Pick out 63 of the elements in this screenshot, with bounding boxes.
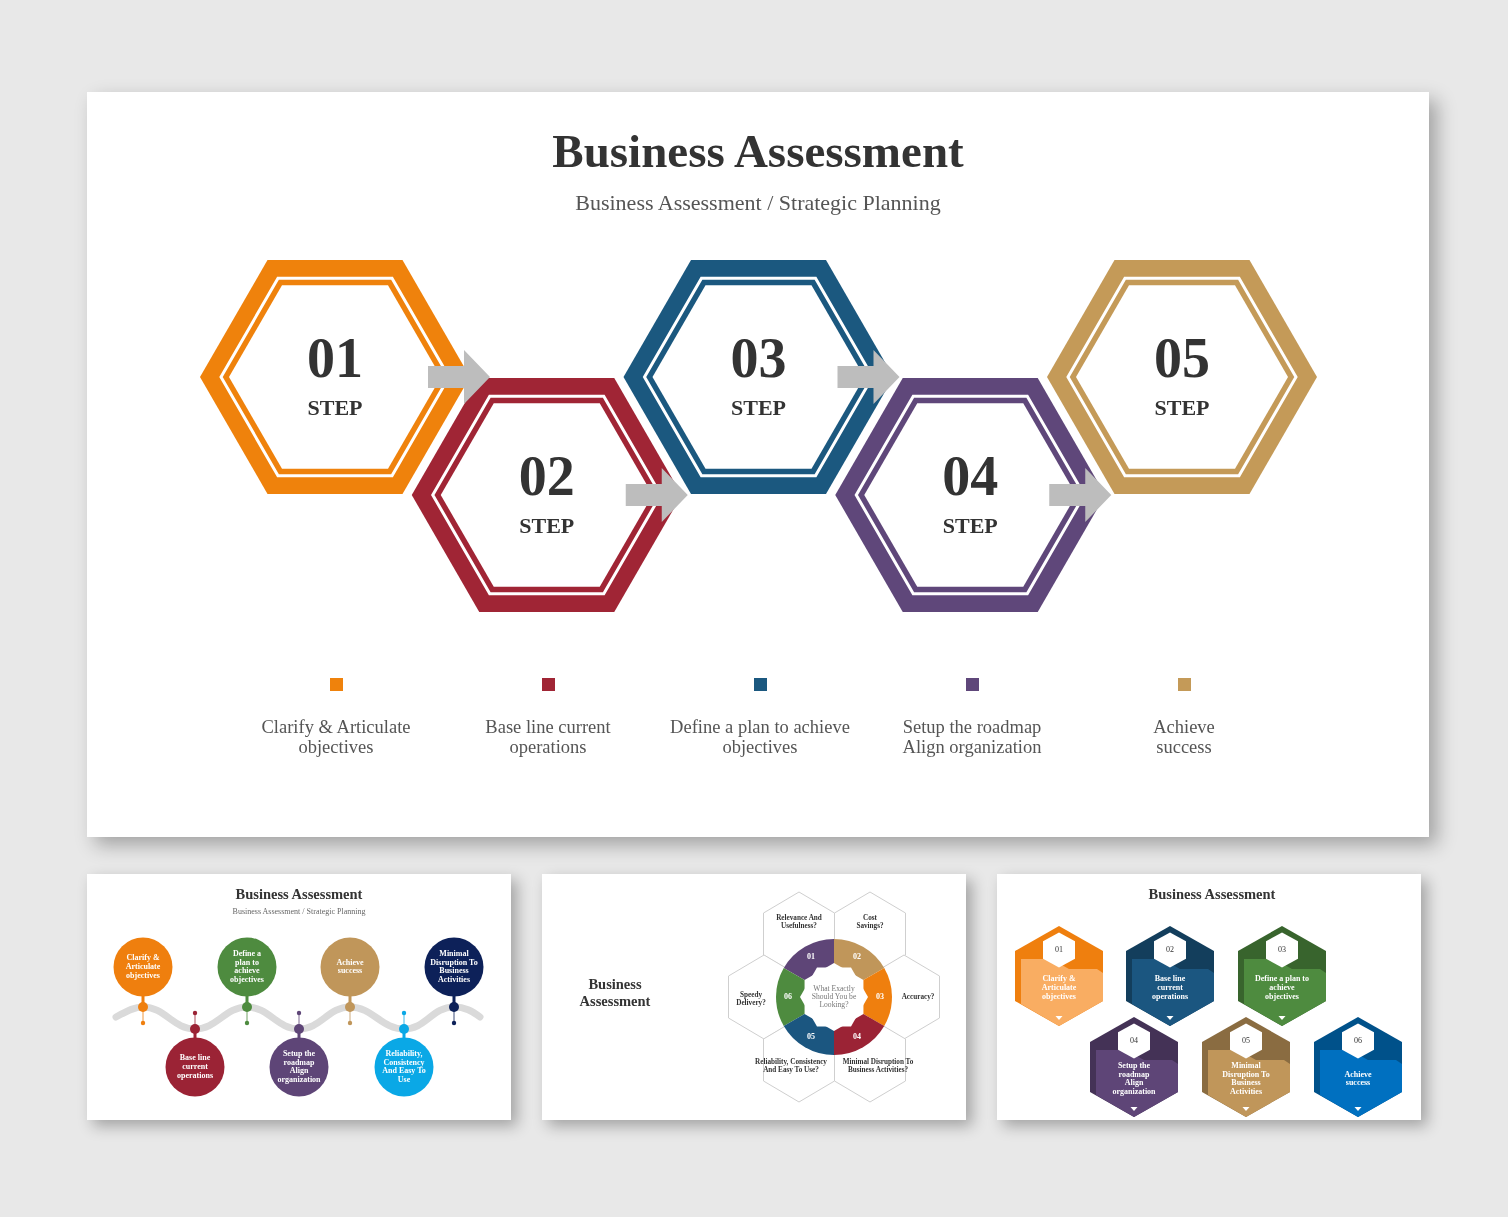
- step-caption: Achieve success: [1153, 716, 1215, 757]
- bubble-text: Clarify & Articulate objectives: [125, 953, 161, 980]
- slide-title: Business Assessment: [1148, 886, 1276, 903]
- caret-icon: [1055, 1016, 1063, 1020]
- tile-text: Clarify & Articulate objectives: [1041, 974, 1077, 1001]
- step-number: 05: [1154, 326, 1210, 389]
- segment-number: 03: [876, 991, 884, 1001]
- bubble-text: Minimal Disruption To Business Activities: [430, 948, 478, 984]
- number-hexagon: [1342, 1023, 1374, 1059]
- arrow-icon: [837, 349, 900, 404]
- step-caption: Base line current operations: [485, 716, 611, 757]
- center-hexagon: [800, 967, 868, 1027]
- step-label: STEP: [307, 394, 363, 420]
- arrow-icon: [428, 349, 490, 404]
- number-hexagon: [1266, 932, 1298, 968]
- step-number: 04: [942, 444, 999, 507]
- step-label: STEP: [519, 512, 575, 538]
- slide-title: Business Assessment: [579, 975, 651, 1009]
- tile-text: Base line current operations: [1152, 974, 1188, 1001]
- bubble-text: Reliability, Consistency And Easy To Use: [382, 1048, 426, 1084]
- tile-text: Achieve success: [1344, 1069, 1372, 1088]
- segment-number: 01: [807, 952, 815, 961]
- number-hexagon: [1118, 1023, 1150, 1059]
- step-label: STEP: [1154, 394, 1210, 420]
- tile-number: 02: [1166, 944, 1174, 954]
- caret-icon: [1130, 1107, 1138, 1111]
- caret-icon: [1354, 1107, 1362, 1111]
- step-caption: Define a plan to achieve objectives: [670, 716, 850, 757]
- caret-icon: [1166, 1016, 1174, 1020]
- arrow-icon: [1049, 467, 1112, 522]
- segment-number: 02: [853, 952, 861, 961]
- tile-text: Minimal Disruption To Business Activities: [1222, 1060, 1270, 1096]
- tile-number: 05: [1242, 1035, 1250, 1045]
- caret-icon: [1242, 1107, 1250, 1111]
- tile-text: Define a plan to achieve objectives: [1255, 974, 1309, 1001]
- step-label: STEP: [942, 512, 998, 538]
- number-hexagon: [1230, 1023, 1262, 1059]
- step-label: STEP: [731, 394, 786, 420]
- step-number: 03: [730, 326, 787, 389]
- segment-number: 04: [853, 1031, 861, 1041]
- slide-subtitle: Business Assessment / Strategic Planning: [232, 906, 366, 916]
- slide-subtitle: Business Assessment / Strategic Planning: [575, 189, 941, 216]
- step-caption: Setup the roadmap Align organization: [902, 716, 1042, 757]
- slide-title: Business Assessment: [235, 886, 363, 903]
- number-hexagon: [1043, 932, 1075, 968]
- tile-number: 06: [1354, 1035, 1362, 1045]
- slide-title: Business Assessment: [552, 126, 964, 178]
- bubble-text: Setup the roadmap Align organization: [277, 1048, 321, 1084]
- step-number: 01: [307, 326, 363, 389]
- bubble-text: Define a plan to achieve objectives: [230, 948, 264, 984]
- tile-number: 01: [1055, 944, 1063, 954]
- segment-number: 05: [807, 1031, 815, 1041]
- bubble-text: Base line current operations: [177, 1053, 213, 1080]
- segment-number: 06: [784, 991, 792, 1001]
- tile-number: 03: [1278, 944, 1286, 954]
- tile-text: Setup the roadmap Align organization: [1112, 1060, 1156, 1096]
- bubble-text: Achieve success: [336, 957, 364, 976]
- caret-icon: [1278, 1016, 1286, 1020]
- step-number: 02: [518, 444, 575, 507]
- step-caption: Clarify & Articulate objectives: [261, 716, 411, 757]
- arrow-icon: [625, 467, 688, 522]
- number-hexagon: [1154, 932, 1186, 968]
- tile-number: 04: [1130, 1035, 1138, 1045]
